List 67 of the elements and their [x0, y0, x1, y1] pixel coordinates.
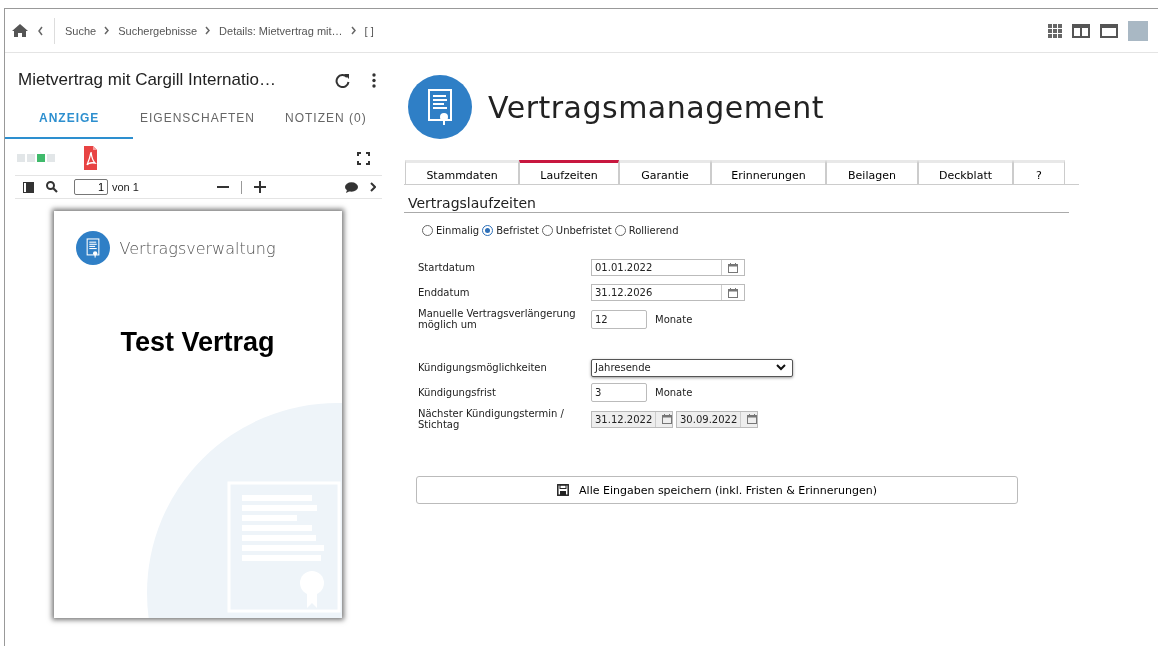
tab[interactable]: NOTIZEN (0): [261, 99, 390, 139]
tab[interactable]: Stammdaten: [405, 160, 519, 184]
field-label: Startdatum: [418, 262, 476, 273]
more-icon[interactable]: [372, 72, 376, 88]
unit-label: Monate: [655, 313, 693, 325]
app-title: Vertragsmanagement: [488, 89, 825, 125]
caret-icon: [776, 364, 786, 371]
pdf-icon[interactable]: [83, 146, 97, 170]
search-icon[interactable]: [46, 181, 58, 193]
breadcrumb-link[interactable]: Details: Mietvertrag mit…: [219, 24, 343, 37]
field-label: Kündigungsfrist: [418, 387, 497, 398]
brand-name: Vertragsverwaltung: [119, 238, 276, 258]
tab[interactable]: ANZEIGE: [5, 99, 134, 139]
refresh-icon[interactable]: [335, 72, 350, 88]
radio-button[interactable]: [614, 225, 626, 236]
fullscreen-icon[interactable]: [357, 151, 370, 165]
calendar-icon[interactable]: [728, 287, 738, 298]
comment-icon[interactable]: [345, 181, 358, 193]
chevron-icon: [350, 26, 357, 35]
radio-label: Unbefristet: [555, 225, 612, 236]
radio-label: Einmalig: [436, 225, 480, 236]
breadcrumb-link[interactable]: Suchergebnisse: [118, 24, 198, 37]
number-field[interactable]: 12: [591, 309, 647, 329]
page-number-field[interactable]: 1: [74, 179, 108, 195]
chevron-icon: [205, 26, 212, 35]
radio-button[interactable]: [541, 225, 553, 236]
save-icon: [557, 484, 570, 496]
tab[interactable]: Garantie: [619, 160, 711, 184]
breadcrumb-link[interactable]: [ ]: [364, 24, 374, 37]
tab[interactable]: EIGENSCHAFTEN: [133, 99, 262, 139]
logo-icon: [408, 75, 472, 139]
section-title: Vertragslaufzeiten: [404, 195, 1069, 213]
grid-icon[interactable]: [1048, 23, 1062, 38]
tab[interactable]: Erinnerungen: [711, 160, 826, 184]
date-field[interactable]: 01.01.2022: [591, 259, 745, 276]
save-button[interactable]: Alle Eingaben speichern (inkl. Fristen & Erinnerungen): [416, 476, 1018, 504]
tab[interactable]: Beilagen: [826, 160, 918, 184]
radio-button[interactable]: [422, 225, 433, 236]
number-field[interactable]: 3: [591, 383, 647, 402]
tab[interactable]: Laufzeiten: [519, 160, 619, 184]
back-chevron-icon[interactable]: [37, 25, 44, 36]
unit-label: Monate: [655, 387, 693, 398]
radio-label: Befristet: [496, 225, 539, 236]
tab[interactable]: ?: [1013, 160, 1065, 184]
divider-icon: [241, 180, 243, 194]
home-icon[interactable]: [11, 23, 29, 38]
zoom-in-icon[interactable]: [254, 181, 267, 193]
field-label: Nächster Kündigungstermin / Stichtag: [418, 408, 565, 430]
document-title: Mietvertrag mit Cargill Internatio…: [18, 70, 277, 90]
field-label: Kündigungsmöglichkeiten: [418, 362, 548, 373]
document-heading: Test Vertrag: [119, 327, 276, 358]
field-label: Manuelle Vertragsverlängerung möglich um: [418, 308, 577, 330]
chevron-icon: [104, 26, 111, 35]
radio-button[interactable]: [482, 225, 494, 236]
field-label: Enddatum: [418, 287, 471, 298]
date-field[interactable]: 31.12.2026: [591, 284, 745, 301]
tab[interactable]: Deckblatt: [918, 160, 1013, 184]
radio-label: Rollierend: [628, 225, 679, 236]
page-count: von 1: [112, 181, 139, 193]
calendar-icon[interactable]: [728, 262, 738, 273]
breadcrumb-link[interactable]: Suche: [65, 24, 97, 37]
next-page-icon[interactable]: [370, 182, 376, 192]
split-view-icon[interactable]: [1072, 23, 1090, 38]
logo-icon: [75, 231, 110, 265]
sidebar-toggle-icon[interactable]: [23, 181, 34, 193]
window-icon[interactable]: [1100, 23, 1118, 38]
dropdown[interactable]: Jahresende: [591, 358, 793, 377]
